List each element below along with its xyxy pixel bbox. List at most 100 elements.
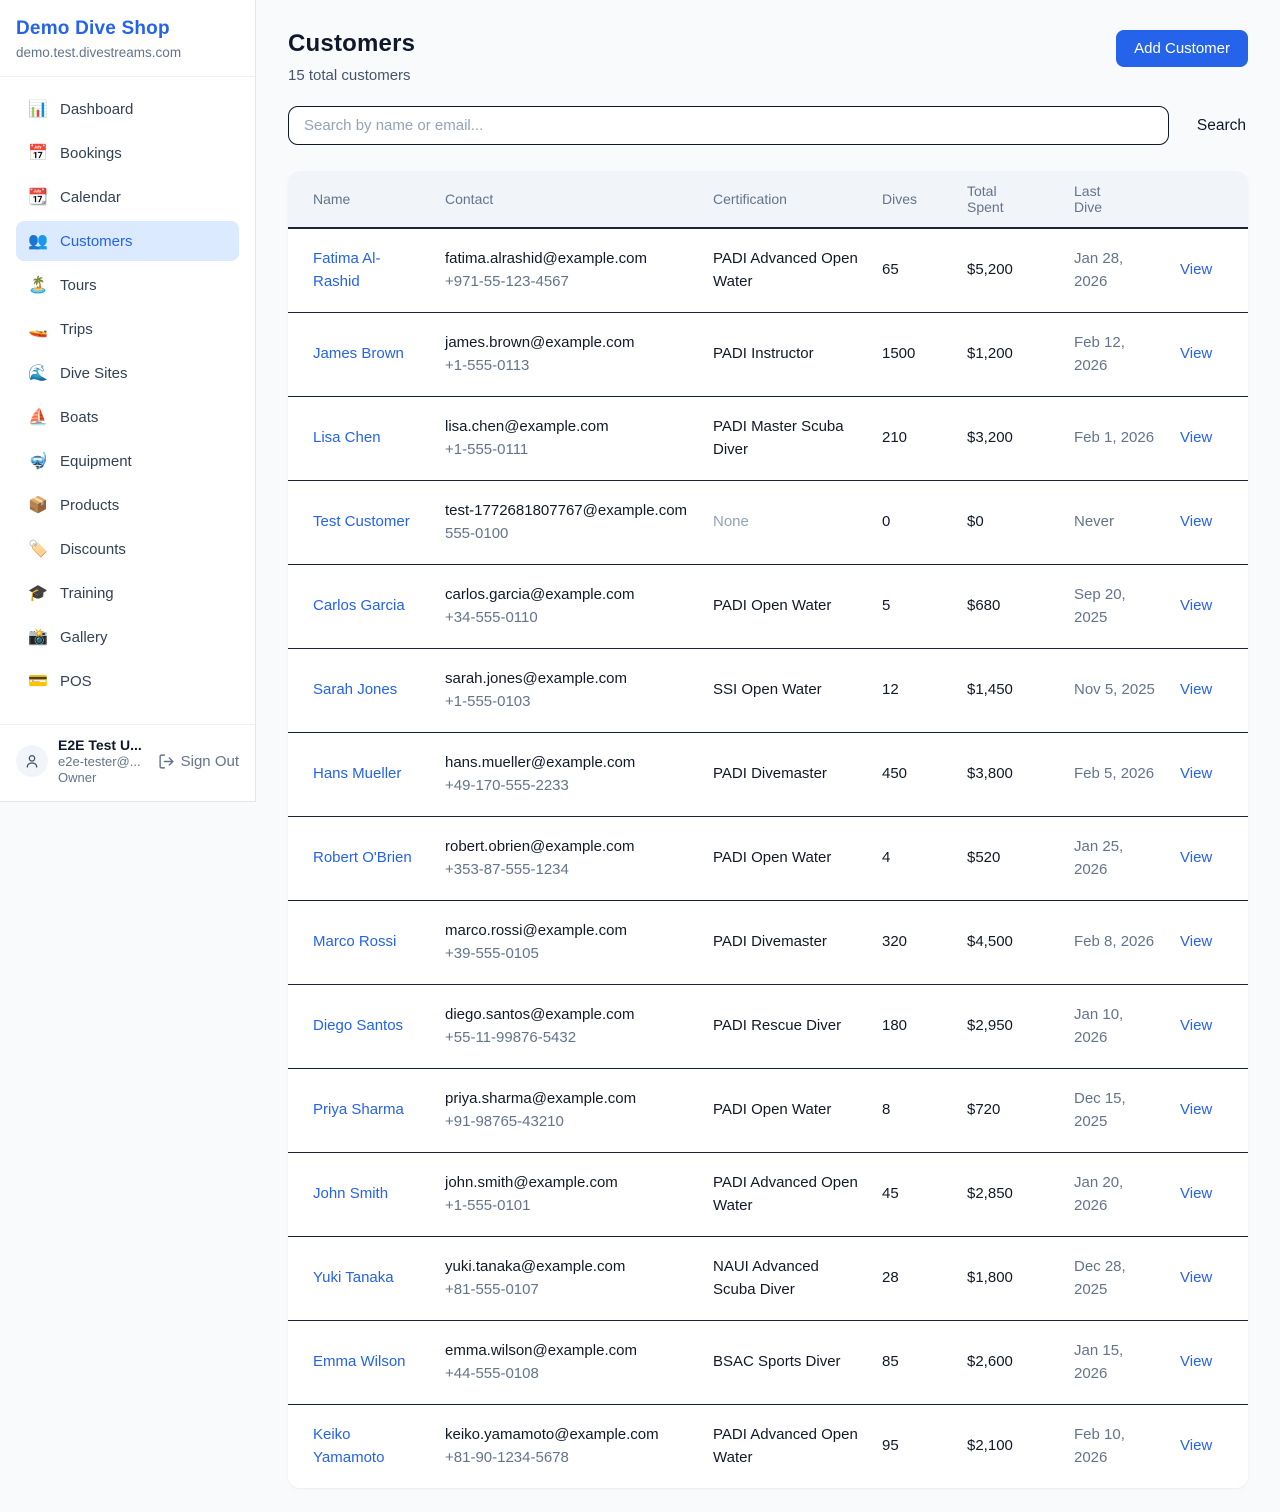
customer-name-link[interactable]: Yuki Tanaka bbox=[313, 1269, 394, 1286]
sidebar: Demo Dive Shop demo.test.divestreams.com… bbox=[0, 0, 256, 802]
table-row: Hans Mueller hans.mueller@example.com +4… bbox=[288, 733, 1248, 817]
sidebar-item-discounts[interactable]: 🏷️ Discounts bbox=[16, 529, 239, 569]
customer-total-spent: $2,100 bbox=[955, 1405, 1062, 1489]
customer-certification: PADI Advanced Open Water bbox=[701, 228, 870, 313]
customer-name-cell: Robert O'Brien bbox=[288, 817, 433, 901]
customer-view-cell: View bbox=[1168, 733, 1248, 817]
sidebar-item-tours[interactable]: 🏝️ Tours bbox=[16, 265, 239, 305]
customer-count: 15 total customers bbox=[288, 67, 415, 84]
view-link[interactable]: View bbox=[1180, 1353, 1212, 1370]
sidebar-item-gallery[interactable]: 📸 Gallery bbox=[16, 617, 239, 657]
customer-phone: 555-0100 bbox=[445, 523, 689, 546]
view-link[interactable]: View bbox=[1180, 597, 1212, 614]
customer-phone: +1-555-0101 bbox=[445, 1195, 689, 1218]
customer-last-dive: Feb 8, 2026 bbox=[1062, 901, 1168, 985]
customer-name-cell: Hans Mueller bbox=[288, 733, 433, 817]
sidebar-item-dive-sites[interactable]: 🌊 Dive Sites bbox=[16, 353, 239, 393]
view-link[interactable]: View bbox=[1180, 429, 1212, 446]
sidebar-item-equipment[interactable]: 🤿 Equipment bbox=[16, 441, 239, 481]
view-link[interactable]: View bbox=[1180, 1185, 1212, 1202]
sidebar-item-label: Dive Sites bbox=[60, 365, 128, 382]
discounts-icon: 🏷️ bbox=[28, 539, 48, 559]
view-link[interactable]: View bbox=[1180, 261, 1212, 278]
user-icon bbox=[24, 753, 40, 769]
view-link[interactable]: View bbox=[1180, 513, 1212, 530]
sidebar-item-bookings[interactable]: 📅 Bookings bbox=[16, 133, 239, 173]
sidebar-user-section: E2E Test U... e2e-tester@... Owner Sign … bbox=[0, 724, 255, 801]
view-link[interactable]: View bbox=[1180, 1269, 1212, 1286]
customer-total-spent: $2,600 bbox=[955, 1321, 1062, 1405]
customer-name-cell: Yuki Tanaka bbox=[288, 1237, 433, 1321]
customer-name-link[interactable]: James Brown bbox=[313, 345, 404, 362]
sidebar-item-boats[interactable]: ⛵ Boats bbox=[16, 397, 239, 437]
view-link[interactable]: View bbox=[1180, 1017, 1212, 1034]
customer-name-link[interactable]: Test Customer bbox=[313, 513, 410, 530]
customer-name-link[interactable]: Sarah Jones bbox=[313, 681, 397, 698]
sign-out-button[interactable]: Sign Out bbox=[158, 753, 239, 770]
customer-contact-cell: sarah.jones@example.com +1-555-0103 bbox=[433, 649, 701, 733]
customer-certification: PADI Open Water bbox=[701, 1069, 870, 1153]
customer-name-link[interactable]: Lisa Chen bbox=[313, 429, 381, 446]
customer-dives: 320 bbox=[870, 901, 955, 985]
view-link[interactable]: View bbox=[1180, 345, 1212, 362]
view-link[interactable]: View bbox=[1180, 681, 1212, 698]
customer-last-dive: Jan 25, 2026 bbox=[1062, 817, 1168, 901]
view-link[interactable]: View bbox=[1180, 933, 1212, 950]
table-row: Carlos Garcia carlos.garcia@example.com … bbox=[288, 565, 1248, 649]
customer-email: carlos.garcia@example.com bbox=[445, 584, 689, 607]
page-title-block: Customers 15 total customers bbox=[288, 30, 415, 84]
view-link[interactable]: View bbox=[1180, 765, 1212, 782]
pos-icon: 💳 bbox=[28, 671, 48, 691]
sidebar-item-training[interactable]: 🎓 Training bbox=[16, 573, 239, 613]
sidebar-item-pos[interactable]: 💳 POS bbox=[16, 661, 239, 701]
customer-contact-cell: hans.mueller@example.com +49-170-555-223… bbox=[433, 733, 701, 817]
table-row: Lisa Chen lisa.chen@example.com +1-555-0… bbox=[288, 397, 1248, 481]
customer-name-link[interactable]: Keiko Yamamoto bbox=[313, 1426, 384, 1466]
products-icon: 📦 bbox=[28, 495, 48, 515]
header-name: Name bbox=[288, 171, 433, 228]
table-row: Yuki Tanaka yuki.tanaka@example.com +81-… bbox=[288, 1237, 1248, 1321]
view-link[interactable]: View bbox=[1180, 849, 1212, 866]
customer-name-link[interactable]: Priya Sharma bbox=[313, 1101, 404, 1118]
add-customer-button[interactable]: Add Customer bbox=[1116, 30, 1248, 67]
sidebar-item-products[interactable]: 📦 Products bbox=[16, 485, 239, 525]
customer-name-link[interactable]: Diego Santos bbox=[313, 1017, 403, 1034]
customer-name-link[interactable]: Carlos Garcia bbox=[313, 597, 405, 614]
customer-phone: +1-555-0111 bbox=[445, 439, 689, 462]
customer-phone: +34-555-0110 bbox=[445, 607, 689, 630]
table-row: John Smith john.smith@example.com +1-555… bbox=[288, 1153, 1248, 1237]
customer-total-spent: $1,200 bbox=[955, 313, 1062, 397]
sidebar-item-customers[interactable]: 👥 Customers bbox=[16, 221, 239, 261]
customer-contact-cell: keiko.yamamoto@example.com +81-90-1234-5… bbox=[433, 1405, 701, 1489]
customer-total-spent: $2,950 bbox=[955, 985, 1062, 1069]
customer-email: hans.mueller@example.com bbox=[445, 752, 689, 775]
customer-certification: PADI Advanced Open Water bbox=[701, 1405, 870, 1489]
customer-name-link[interactable]: Robert O'Brien bbox=[313, 849, 412, 866]
table-row: Test Customer test-1772681807767@example… bbox=[288, 481, 1248, 565]
sidebar-item-trips[interactable]: 🚤 Trips bbox=[16, 309, 239, 349]
view-link[interactable]: View bbox=[1180, 1101, 1212, 1118]
sidebar-item-label: Discounts bbox=[60, 541, 126, 558]
search-input[interactable] bbox=[288, 106, 1169, 145]
sidebar-item-calendar[interactable]: 📆 Calendar bbox=[16, 177, 239, 217]
customer-last-dive: Sep 20, 2025 bbox=[1062, 565, 1168, 649]
customer-name-link[interactable]: Marco Rossi bbox=[313, 933, 396, 950]
sidebar-item-label: Tours bbox=[60, 277, 97, 294]
customer-total-spent: $720 bbox=[955, 1069, 1062, 1153]
search-row: Search bbox=[288, 106, 1248, 145]
customer-name-link[interactable]: John Smith bbox=[313, 1185, 388, 1202]
sidebar-item-label: Training bbox=[60, 585, 114, 602]
table-row: Sarah Jones sarah.jones@example.com +1-5… bbox=[288, 649, 1248, 733]
customer-name-link[interactable]: Hans Mueller bbox=[313, 765, 401, 782]
sidebar-item-dashboard[interactable]: 📊 Dashboard bbox=[16, 89, 239, 129]
customer-name-link[interactable]: Emma Wilson bbox=[313, 1353, 406, 1370]
search-button[interactable]: Search bbox=[1195, 109, 1248, 143]
customer-contact-cell: john.smith@example.com +1-555-0101 bbox=[433, 1153, 701, 1237]
customer-dives: 210 bbox=[870, 397, 955, 481]
sign-out-icon bbox=[158, 753, 175, 770]
customer-total-spent: $1,450 bbox=[955, 649, 1062, 733]
customer-phone: +49-170-555-2233 bbox=[445, 775, 689, 798]
view-link[interactable]: View bbox=[1180, 1437, 1212, 1454]
customer-name-cell: Emma Wilson bbox=[288, 1321, 433, 1405]
customer-name-link[interactable]: Fatima Al-Rashid bbox=[313, 250, 381, 290]
